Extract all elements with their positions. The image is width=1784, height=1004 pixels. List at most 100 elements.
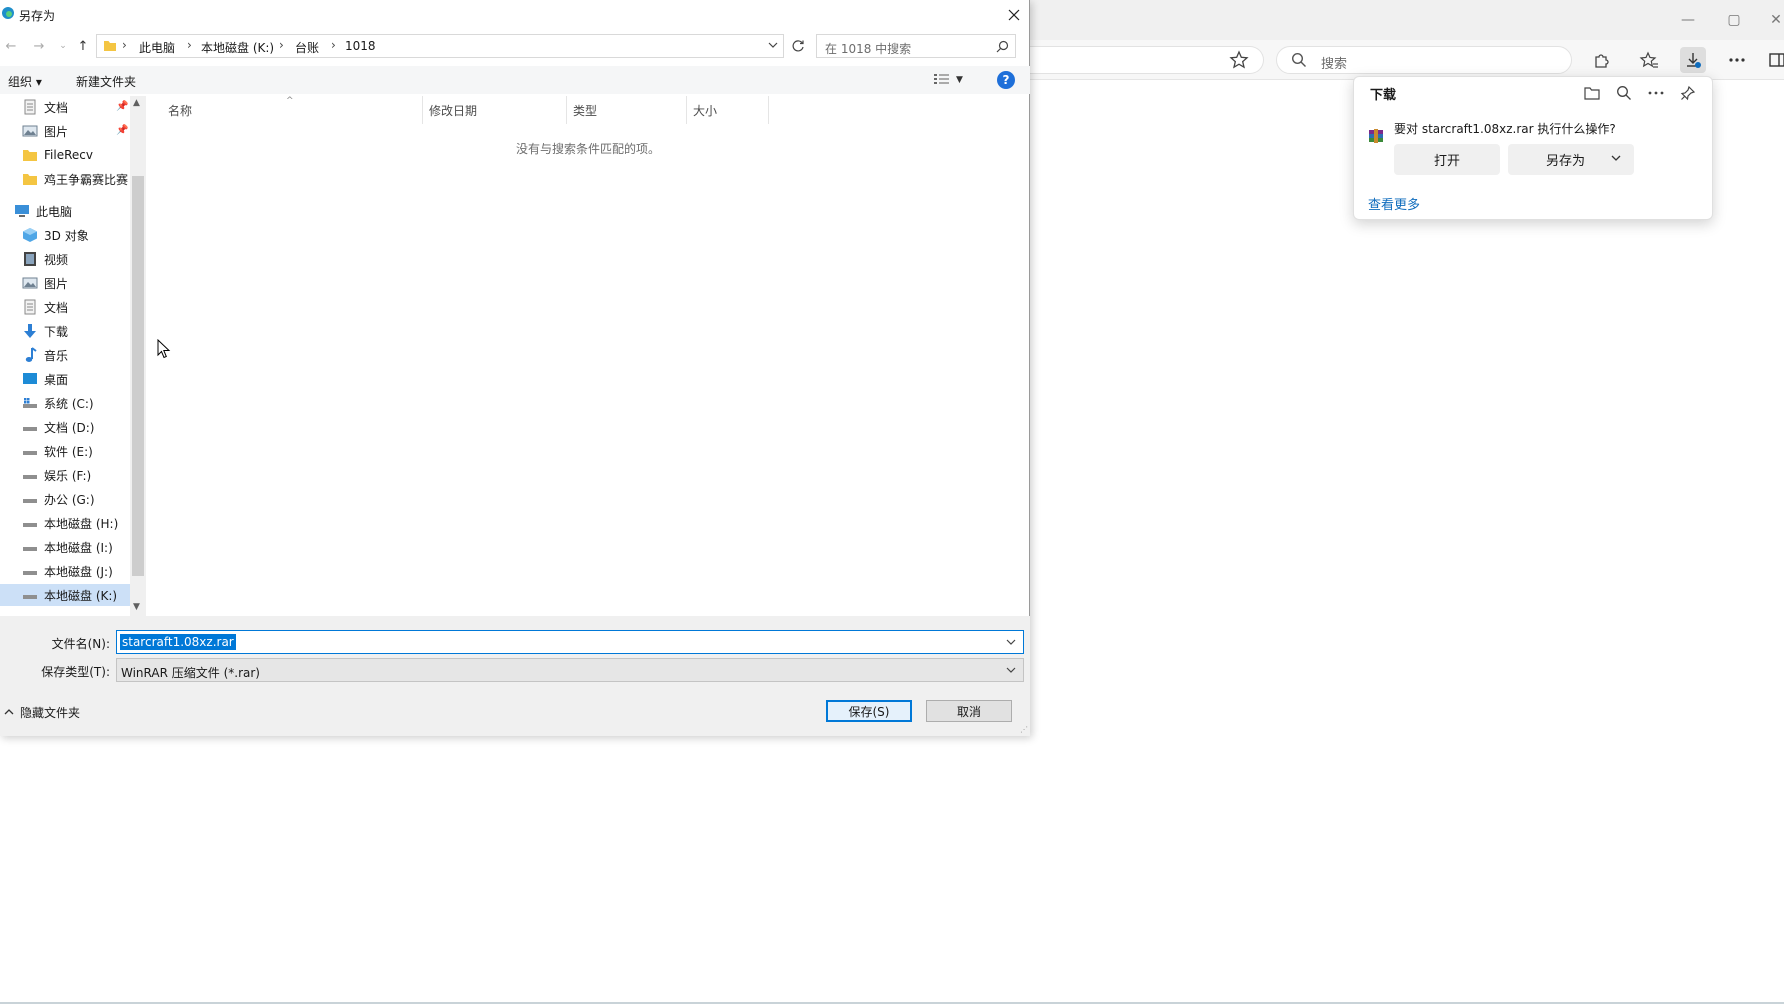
nav-item-drive-d[interactable]: 文档 (D:) [0, 416, 130, 438]
new-folder-button[interactable]: 新建文件夹 [76, 73, 136, 90]
browser-search-box[interactable]: 搜索 [1276, 46, 1572, 74]
column-divider[interactable] [566, 96, 567, 124]
nav-item-label: 文档 (D:) [44, 420, 95, 435]
chevron-down-icon[interactable] [767, 39, 779, 54]
open-button[interactable]: 打开 [1394, 144, 1500, 175]
nav-item-label: 鸡王争霸赛比赛 [44, 172, 129, 187]
organize-button[interactable]: 组织 ▾ [8, 73, 42, 90]
column-divider[interactable] [768, 96, 769, 124]
more-icon[interactable] [1724, 47, 1750, 73]
filename-label: 文件名(N): [51, 637, 110, 651]
favorite-star-icon[interactable] [1228, 49, 1250, 71]
desktop-icon [22, 371, 38, 387]
edge-icon [1, 6, 15, 20]
column-header-date[interactable]: 修改日期 [429, 102, 477, 122]
mouse-cursor-icon [157, 338, 171, 362]
nav-item-documents-quick[interactable]: 文档 📌 [0, 96, 130, 118]
up-arrow-icon[interactable]: ↑ [74, 37, 92, 55]
nav-item-desktop[interactable]: 桌面 [0, 368, 130, 390]
nav-item-downloads[interactable]: 下载 [0, 320, 130, 342]
nav-item-drive-f[interactable]: 娱乐 (F:) [0, 464, 130, 486]
search-downloads-icon[interactable] [1614, 83, 1634, 103]
column-header-type[interactable]: 类型 [573, 102, 597, 122]
refresh-icon[interactable] [786, 34, 810, 58]
scroll-down-icon[interactable]: ▼ [133, 602, 140, 612]
nav-item-drive-k[interactable]: 本地磁盘 (K:) [0, 584, 130, 606]
column-divider[interactable] [422, 96, 423, 124]
hide-folders-toggle[interactable]: 隐藏文件夹 [4, 704, 80, 721]
scrollbar-thumb[interactable] [132, 176, 144, 576]
column-header-name[interactable]: 名称 [168, 102, 192, 122]
breadcrumb-drive-k[interactable]: 本地磁盘 (K:) [201, 39, 274, 56]
nav-item-label: 桌面 [44, 372, 69, 387]
nav-item-documents[interactable]: 文档 [0, 296, 130, 318]
downloads-icon [22, 323, 38, 339]
file-list[interactable]: ^ 名称 修改日期 类型 大小 没有与搜索条件匹配的项。 [148, 96, 1028, 616]
nav-item-drive-h[interactable]: 本地磁盘 (H:) [0, 512, 130, 534]
breadcrumb-1018[interactable]: 1018 [345, 39, 376, 53]
save-as-button[interactable]: 另存为 [1508, 144, 1634, 175]
column-header-size[interactable]: 大小 [693, 102, 717, 122]
close-icon[interactable] [1000, 4, 1028, 26]
filetype-select[interactable]: WinRAR 压缩文件 (*.rar) [116, 658, 1024, 682]
maximize-icon[interactable]: ▢ [1724, 10, 1744, 30]
nav-item-music[interactable]: 音乐 [0, 344, 130, 366]
pictures-icon [22, 123, 38, 139]
resize-grip-icon[interactable]: ⋰ [1020, 725, 1028, 734]
search-placeholder: 在 1018 中搜索 [825, 42, 912, 56]
pin-icon[interactable] [1678, 83, 1698, 103]
breadcrumb-ledger[interactable]: 台账 [295, 39, 319, 56]
nav-item-chicken-contest[interactable]: 鸡王争霸赛比赛 [0, 168, 130, 190]
nav-item-drive-g[interactable]: 办公 (G:) [0, 488, 130, 510]
nav-item-drive-e[interactable]: 软件 (E:) [0, 440, 130, 462]
nav-item-drive-c[interactable]: 系统 (C:) [0, 392, 130, 414]
browser-titlebar: — ▢ ✕ [1028, 0, 1784, 40]
folder-search-input[interactable]: 在 1018 中搜索 [816, 34, 1016, 58]
favorites-icon[interactable] [1636, 47, 1662, 73]
music-icon [22, 347, 38, 363]
chevron-down-icon[interactable] [1005, 636, 1017, 651]
scroll-up-icon[interactable]: ▲ [133, 98, 140, 108]
open-folder-icon[interactable] [1582, 83, 1602, 103]
breadcrumb-this-pc[interactable]: 此电脑 [139, 39, 175, 56]
view-options-button[interactable]: ▼ [934, 72, 974, 88]
nav-item-label: 本地磁盘 (J:) [44, 564, 113, 579]
winrar-file-icon [1368, 128, 1384, 144]
extensions-icon[interactable] [1588, 47, 1614, 73]
chevron-down-icon[interactable] [1005, 664, 1017, 679]
nav-item-3d-objects[interactable]: 3D 对象 [0, 224, 130, 246]
help-icon[interactable]: ? [997, 71, 1015, 89]
close-icon[interactable]: ✕ [1766, 10, 1784, 30]
nav-item-filerecv[interactable]: FileRecv [0, 144, 130, 166]
address-bar[interactable]: › 此电脑 › 本地磁盘 (K:) › 台账 › 1018 [96, 34, 784, 58]
minimize-icon[interactable]: — [1678, 10, 1698, 30]
nav-item-label: 图片 [44, 276, 69, 291]
back-arrow-icon[interactable]: ← [2, 37, 20, 55]
recent-dropdown-icon[interactable]: ⌄ [54, 37, 72, 55]
nav-item-drive-j[interactable]: 本地磁盘 (J:) [0, 560, 130, 582]
more-options-icon[interactable] [1646, 83, 1666, 103]
column-divider[interactable] [686, 96, 687, 124]
search-icon [996, 40, 1009, 56]
filename-value[interactable]: starcraft1.08xz.rar [120, 634, 236, 650]
nav-item-pictures-quick[interactable]: 图片 📌 [0, 120, 130, 142]
caret-down-icon: ▼ [956, 75, 963, 85]
nav-item-drive-i[interactable]: 本地磁盘 (I:) [0, 536, 130, 558]
nav-item-label: 视频 [44, 252, 69, 267]
nav-item-videos[interactable]: 视频 [0, 248, 130, 270]
chevron-down-icon[interactable] [1610, 152, 1622, 168]
downloads-icon[interactable] [1680, 47, 1706, 73]
cancel-button[interactable]: 取消 [926, 700, 1012, 722]
save-button[interactable]: 保存(S) [826, 700, 912, 722]
search-icon [1291, 52, 1307, 71]
filename-input[interactable]: starcraft1.08xz.rar [116, 630, 1024, 654]
sidebar-icon[interactable] [1764, 47, 1784, 73]
nav-item-label: FileRecv [44, 148, 93, 162]
nav-pane-scrollbar[interactable]: ▲ ▼ [130, 96, 146, 616]
forward-arrow-icon[interactable]: → [30, 37, 48, 55]
nav-item-pictures[interactable]: 图片 [0, 272, 130, 294]
dialog-footer: 文件名(N): starcraft1.08xz.rar 保存类型(T): Win… [0, 616, 1030, 736]
see-more-link[interactable]: 查看更多 [1368, 194, 1420, 213]
drive-icon [22, 539, 38, 555]
nav-item-this-pc[interactable]: 此电脑 [0, 200, 130, 222]
